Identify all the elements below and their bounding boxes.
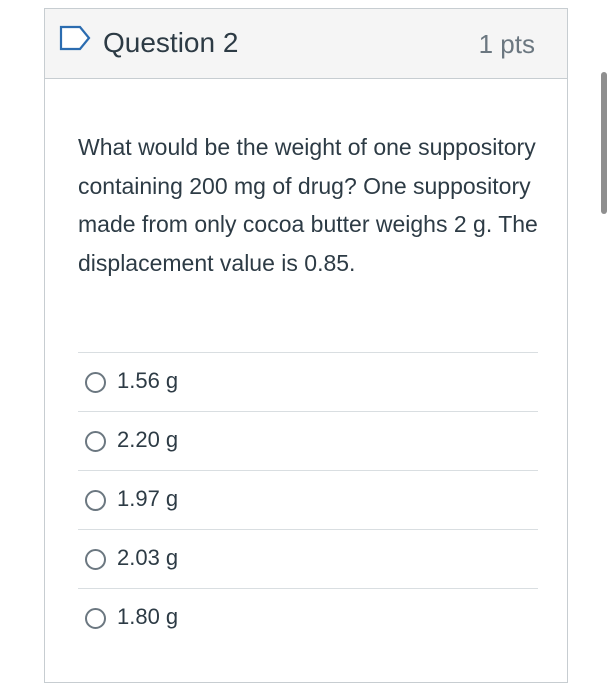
answer-label[interactable]: 1.56 g [117,367,178,395]
radio-button[interactable] [85,608,106,629]
answer-option[interactable]: 2.03 g [78,530,538,589]
question-header: Question 2 1 pts [45,9,567,79]
answer-option[interactable]: 2.20 g [78,412,538,471]
radio-button[interactable] [85,549,106,570]
question-points: 1 pts [478,29,535,59]
question-card: Question 2 1 pts What would be the weigh… [44,8,568,683]
answer-label[interactable]: 1.80 g [117,603,178,631]
answer-label[interactable]: 1.97 g [117,485,178,513]
question-title: Question 2 [103,27,239,58]
answer-option[interactable]: 1.56 g [78,353,538,412]
answer-option[interactable]: 1.97 g [78,471,538,530]
radio-button[interactable] [85,490,106,511]
answer-list: 1.56 g 2.20 g 1.97 g 2.03 g 1.80 g [78,352,538,648]
question-text: What would be the weight of one supposit… [78,134,538,276]
answer-label[interactable]: 2.20 g [117,426,178,454]
flag-question-icon[interactable] [59,25,91,51]
answer-label[interactable]: 2.03 g [117,544,178,572]
answer-option[interactable]: 1.80 g [78,589,538,648]
radio-button[interactable] [85,372,106,393]
radio-button[interactable] [85,431,106,452]
scrollbar[interactable] [601,72,607,214]
